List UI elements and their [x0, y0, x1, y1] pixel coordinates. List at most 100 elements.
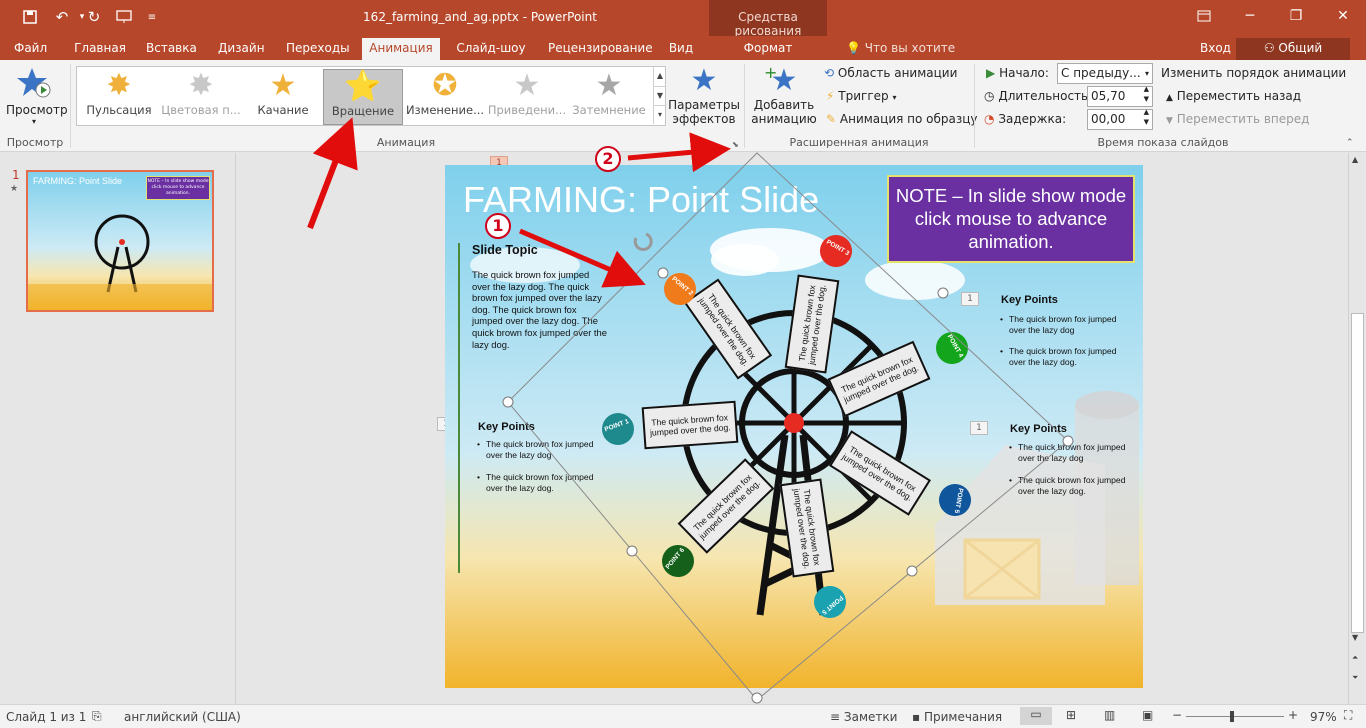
tab-view[interactable]: Вид [664, 38, 698, 60]
gallery-item-spin[interactable]: ⭐ Вращение [323, 69, 403, 125]
duration-spinner[interactable]: 05,70 ▲ ▼ [1087, 84, 1153, 107]
normal-view-icon[interactable]: ▭ [1020, 707, 1052, 725]
effect-options-label-1: Параметры [668, 98, 740, 112]
preview-dropdown-icon: ▾ [31, 117, 36, 126]
slideshow-view-icon[interactable]: ▣ [1142, 708, 1153, 722]
animation-pane-button[interactable]: ⟲ Область анимации [824, 66, 957, 80]
tab-file[interactable]: Файл [10, 38, 50, 60]
teeter-star-icon: ★ [269, 68, 297, 103]
gallery-label: Вращение [331, 104, 395, 118]
minimize-icon[interactable]: ─ [1227, 4, 1273, 28]
slide-sorter-icon[interactable]: ⊞ [1066, 708, 1076, 722]
zoom-slider[interactable] [1186, 716, 1284, 717]
comments-icon: ▪ [912, 710, 921, 724]
gallery-scroll-up-icon[interactable]: ▲ [653, 67, 666, 86]
signin-link[interactable]: Вход [1196, 38, 1231, 60]
triangle-up-icon: ▲ [1166, 93, 1173, 103]
start-play-icon: ▶ [986, 66, 996, 80]
gallery-scroll-down-icon[interactable]: ▼ [653, 86, 666, 105]
scroll-up-icon[interactable]: ▲ [1352, 155, 1358, 164]
zoom-in-icon[interactable]: + [1288, 708, 1298, 722]
share-button[interactable]: ⚇ Общий доступ [1236, 38, 1350, 75]
gallery-item-teeter[interactable]: ★ Качание [243, 69, 323, 125]
close-icon[interactable]: ✕ [1320, 4, 1366, 28]
preview-button[interactable]: Просмотр ▾ [6, 66, 68, 136]
gallery-item-color-pulse[interactable]: ✸ Цветовая п... [161, 69, 241, 125]
zoom-out-icon[interactable]: − [1172, 708, 1182, 722]
darken-star-icon: ★ [595, 68, 623, 103]
spellcheck-icon[interactable]: ⎘ [92, 709, 102, 724]
tab-review[interactable]: Рецензирование [544, 38, 653, 60]
start-label-text: Начало: [999, 66, 1049, 80]
start-select[interactable]: С предыду... ▾ [1057, 63, 1153, 84]
tab-slideshow[interactable]: Слайд-шоу [452, 38, 530, 60]
trigger-button[interactable]: ⚡ Триггер ▾ [826, 89, 896, 103]
tab-design[interactable]: Дизайн [214, 38, 266, 60]
notes-label: Заметки [843, 710, 898, 724]
slideshow-start-icon[interactable] [112, 6, 136, 28]
save-icon[interactable] [18, 6, 42, 28]
callout-badge-2: 2 [595, 146, 621, 172]
dialog-launcher-icon[interactable]: ⬊ [732, 140, 739, 149]
slide-canvas[interactable]: FARMING: Point Slide NOTE – In slide sho… [445, 165, 1143, 688]
spinner-arrows-icon[interactable]: ▲ ▼ [1144, 107, 1149, 127]
notes-button[interactable]: ≡ Заметки [830, 710, 897, 724]
desaturate-star-icon: ★ [513, 68, 541, 103]
customize-qat-icon[interactable]: ≡ [140, 6, 164, 28]
comments-button[interactable]: ▪ Примечания [912, 710, 1002, 724]
grow-shrink-star-icon: ✪ [432, 68, 458, 103]
ribbon-display-icon[interactable] [1181, 4, 1227, 28]
tell-me-search[interactable]: 💡 Что вы хотите сделать? [842, 38, 992, 75]
callout-badge-1: 1 [485, 213, 511, 239]
delay-spinner[interactable]: 00,00 ▲ ▼ [1087, 107, 1153, 130]
slide-counter: Слайд 1 из 1 [6, 710, 87, 724]
title-bar: ↶ ▾ ↻ ≡ 162_farming_and_ag.pptx - PowerP… [0, 0, 1366, 60]
zoom-slider-thumb[interactable] [1230, 711, 1234, 722]
gallery-label: Затемнение [572, 103, 646, 117]
gallery-item-darken[interactable]: ★ Затемнение [569, 69, 649, 125]
color-pulse-star-icon: ✸ [188, 68, 214, 103]
pulse-star-icon: ✸ [106, 68, 132, 103]
add-animation-button[interactable]: ★ + Добавить анимацию [750, 63, 818, 136]
gallery-more-icon[interactable]: ▾ [653, 105, 666, 124]
vertical-scrollbar[interactable]: ▲ ▼ ⏶ ⏷ [1348, 153, 1366, 704]
move-earlier-button[interactable]: ▲ Переместить назад [1166, 89, 1301, 103]
fit-to-window-icon[interactable]: ⛶ [1344, 708, 1352, 723]
thumbnail-number: 1 [12, 168, 20, 182]
trigger-icon: ⚡ [826, 89, 835, 103]
gallery-item-desaturate[interactable]: ★ Приведени... [487, 69, 567, 125]
restore-icon[interactable]: ❐ [1273, 4, 1319, 28]
effect-options-button[interactable]: ★ Параметры эффектов [668, 64, 740, 136]
animation-painter-label: Анимация по образцу [839, 112, 978, 126]
gallery-label: Приведени... [487, 103, 567, 117]
spinner-arrows-icon[interactable]: ▲ ▼ [1144, 84, 1149, 104]
tab-home[interactable]: Главная [70, 38, 130, 60]
previous-slide-icon[interactable]: ⏶ [1352, 653, 1358, 663]
reading-view-icon[interactable]: ▥ [1104, 708, 1115, 722]
blade-card[interactable]: The quick brown fox jumped over the dog. [641, 400, 739, 450]
ribbon-animations: Просмотр ▾ Просмотр ✸ Пульсация ✸ Цветов… [0, 60, 1366, 152]
gallery-item-grow-shrink[interactable]: ✪ Изменение... [405, 69, 485, 125]
tab-animations[interactable]: Анимация [362, 38, 440, 60]
redo-icon[interactable]: ↻ [82, 6, 106, 28]
windmill-icon [681, 310, 907, 616]
next-slide-icon[interactable]: ⏷ [1352, 673, 1358, 683]
comments-label: Примечания [923, 710, 1003, 724]
gallery-label: Пульсация [86, 103, 152, 117]
scroll-thumb[interactable] [1351, 313, 1364, 633]
person-icon: ⚇ [1263, 41, 1275, 55]
scroll-down-icon[interactable]: ▼ [1352, 633, 1358, 642]
tab-transitions[interactable]: Переходы [282, 38, 352, 60]
move-later-button[interactable]: ▼ Переместить вперед [1166, 112, 1309, 126]
duration-label: ◷ Длительность: [984, 89, 1092, 103]
animation-gallery[interactable]: ✸ Пульсация ✸ Цветовая п... ★ Качание ⭐ … [76, 66, 666, 126]
language-indicator[interactable]: английский (США) [124, 710, 241, 724]
zoom-level[interactable]: 97% [1310, 710, 1337, 724]
tab-insert[interactable]: Вставка [142, 38, 200, 60]
gallery-item-pulse[interactable]: ✸ Пульсация [79, 69, 159, 125]
gallery-label: Цветовая п... [161, 103, 241, 117]
animation-painter-button[interactable]: ✎ Анимация по образцу [826, 112, 978, 126]
collapse-ribbon-icon[interactable]: ⌃ [1346, 138, 1354, 148]
slide-thumbnail[interactable]: FARMING: Point Slide NOTE – In slide sho… [26, 170, 214, 312]
preview-group-label: Просмотр [6, 136, 64, 149]
